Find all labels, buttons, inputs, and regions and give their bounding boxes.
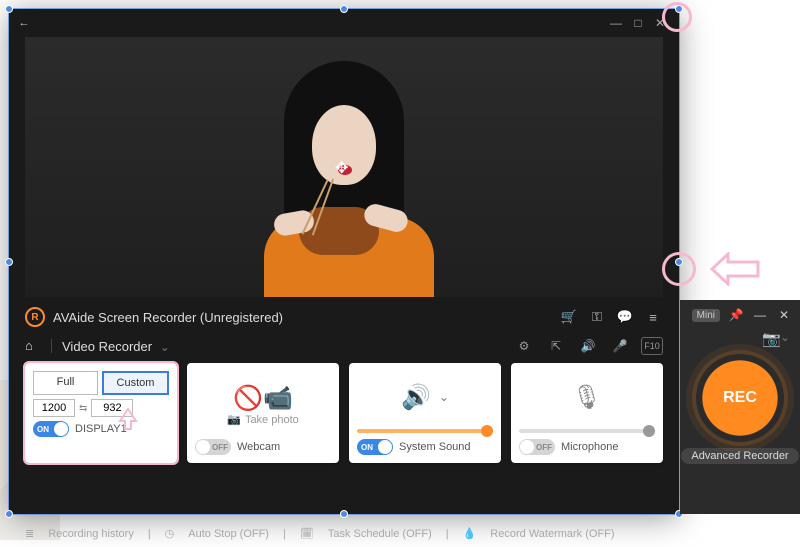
webcam-label: Webcam <box>237 441 280 453</box>
section-title[interactable]: Video Recorder ⌄ <box>62 339 170 354</box>
sound-icon: 🔊 <box>401 383 431 412</box>
advanced-recorder-button[interactable]: Advanced Recorder <box>681 448 798 464</box>
recording-preview[interactable]: ✥ ‹ › <box>25 37 663 297</box>
toggle-on-label: ON <box>37 425 49 434</box>
app-window: ← — □ ✕ ✥ ‹ › R AVAide Screen Recorder (… <box>9 9 679 514</box>
selection-handle[interactable] <box>340 5 348 13</box>
annotation-arrow-icon <box>118 407 138 431</box>
pin-icon[interactable]: 📌 <box>728 308 744 322</box>
history-icon[interactable]: ≣ <box>25 527 34 540</box>
toggle-on-label: ON <box>361 443 373 452</box>
take-photo-button[interactable]: 📷 Take photo <box>227 413 299 426</box>
status-task-schedule[interactable]: Task Schedule (OFF) <box>328 528 432 540</box>
window-titlebar: ← — □ ✕ <box>9 9 679 37</box>
sound-label: System Sound <box>399 441 471 453</box>
selection-handle[interactable] <box>5 510 13 518</box>
toggle-off-label: OFF <box>212 443 228 452</box>
preview-content <box>244 57 444 297</box>
webcam-toggle[interactable]: OFF <box>195 439 231 455</box>
mic-volume-slider[interactable] <box>519 429 655 433</box>
sound-toggle[interactable]: ON <box>357 439 393 455</box>
drop-icon: 💧 <box>463 527 477 540</box>
webcam-card: 🚫📹 📷 Take photo OFF Webcam <box>187 363 339 463</box>
speaker-icon[interactable]: 🔊 <box>577 337 599 355</box>
window-maximize-button[interactable]: □ <box>627 16 649 30</box>
window-minimize-button[interactable]: — <box>605 16 627 30</box>
hotkey-badge[interactable]: F10 <box>641 337 663 355</box>
record-button[interactable]: REC <box>696 354 784 442</box>
microphone-card: 🎙 OFF Microphone <box>511 363 663 463</box>
feedback-icon[interactable]: 💬 <box>615 307 635 327</box>
annotation-circle <box>662 252 696 286</box>
annotation-arrow-icon <box>710 252 760 286</box>
chevron-down-icon: ⌄ <box>160 340 170 354</box>
area-full-button[interactable]: Full <box>33 371 98 395</box>
camera-icon: 📷 <box>227 413 241 426</box>
swap-icon[interactable]: ⇆ <box>79 403 87 414</box>
cart-icon[interactable]: 🛒 <box>559 307 579 327</box>
selection-handle[interactable] <box>5 258 13 266</box>
system-sound-card: 🔊 ⌄ ON System Sound <box>349 363 501 463</box>
menu-icon[interactable]: ≡ <box>643 307 663 327</box>
snapshot-icon[interactable]: 📷 <box>762 330 778 348</box>
recording-area-card: Full Custom ⇆ ON DISPLAY1 <box>25 363 177 463</box>
selection-handle[interactable] <box>5 5 13 13</box>
app-title: AVAide Screen Recorder (Unregistered) <box>53 310 283 325</box>
status-bar: ≣ Recording history | ◷ Auto Stop (OFF) … <box>25 527 663 540</box>
toggle-off-label: OFF <box>536 443 552 452</box>
sound-volume-slider[interactable] <box>357 429 493 433</box>
webcam-icon: 🚫📹 <box>233 384 293 413</box>
mic-icon[interactable]: 🎤 <box>609 337 631 355</box>
calendar-icon: 🗓 <box>300 527 314 540</box>
microphone-icon: 🎙 <box>572 383 602 412</box>
settings-icon[interactable]: ⚙ <box>513 337 535 355</box>
export-icon[interactable]: ⇱ <box>545 337 567 355</box>
mic-toggle[interactable]: OFF <box>519 439 555 455</box>
app-header: R AVAide Screen Recorder (Unregistered) … <box>9 297 679 333</box>
status-history[interactable]: Recording history <box>48 528 134 540</box>
mini-mode-button[interactable]: Mini <box>692 309 720 322</box>
width-input[interactable] <box>33 399 75 417</box>
sub-header: ⌂ Video Recorder ⌄ ⚙ ⇱ 🔊 🎤 F10 <box>9 333 679 363</box>
chevron-down-icon[interactable]: ⌄ <box>439 390 449 404</box>
status-watermark[interactable]: Record Watermark (OFF) <box>490 528 614 540</box>
panel-close-button[interactable]: ✕ <box>776 308 792 322</box>
app-logo-icon: R <box>25 307 45 327</box>
clock-icon: ◷ <box>165 527 175 540</box>
side-panel: Mini 📌 — ✕ 📷 ⌄ REC Advanced Recorder <box>680 300 800 514</box>
home-icon[interactable]: ⌂ <box>25 338 41 354</box>
options-row: Full Custom ⇆ ON DISPLAY1 🚫📹 <box>9 363 679 471</box>
register-icon[interactable]: ⚿ <box>587 307 607 327</box>
back-button[interactable]: ← <box>17 17 31 29</box>
annotation-circle <box>662 2 692 32</box>
panel-minimize-button[interactable]: — <box>752 308 768 322</box>
display-toggle[interactable]: ON <box>33 421 69 437</box>
selection-handle[interactable] <box>340 510 348 518</box>
mic-label: Microphone <box>561 441 618 453</box>
area-custom-button[interactable]: Custom <box>102 371 169 395</box>
status-auto-stop[interactable]: Auto Stop (OFF) <box>188 528 269 540</box>
chevron-down-icon[interactable]: ⌄ <box>780 330 790 348</box>
move-cursor-icon: ✥ <box>335 158 353 176</box>
